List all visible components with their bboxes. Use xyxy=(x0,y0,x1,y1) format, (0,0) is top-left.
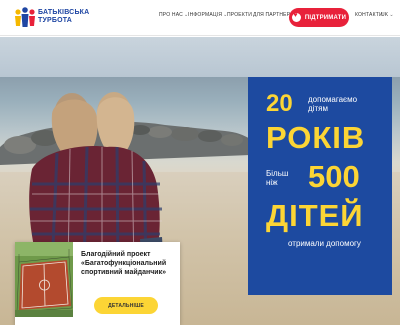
stat-children-prefix-2: ніж xyxy=(266,178,278,187)
language-selector[interactable]: UK⌄ xyxy=(381,12,394,18)
stats-panel: 20 допомагаємо дітям РОКІВ Більш ніж 500… xyxy=(248,77,392,295)
nav-item-label: ПРО НАС xyxy=(159,12,183,18)
logo[interactable]: Батьківська турбота xyxy=(13,6,93,32)
project-title-line-2: «Багатофункціональний xyxy=(81,260,167,267)
support-button[interactable]: ПІДТРИМАТИ xyxy=(289,8,349,27)
nav-item-projects[interactable]: ПРОЕКТИ xyxy=(227,12,252,18)
logo-line-2: турбота xyxy=(38,17,73,24)
stat-children-prefix-1: Більш xyxy=(266,169,289,178)
nav-item-information[interactable]: ІНФОРМАЦІЯ⌄ xyxy=(188,12,228,18)
logo-icon xyxy=(15,7,35,27)
hero-banner: 20 допомагаємо дітям РОКІВ Більш ніж 500… xyxy=(0,37,400,325)
nav-item-label: ІНФОРМАЦІЯ xyxy=(188,12,223,18)
stat-years-unit: РОКІВ xyxy=(266,120,366,155)
nav-item-about[interactable]: ПРО НАС⌄ xyxy=(159,12,188,18)
stat-years-text-1: допомагаємо xyxy=(308,95,358,104)
language-label: UK xyxy=(381,12,389,18)
nav-item-label: КОНТАКТИ xyxy=(355,12,383,18)
sports-ground-image xyxy=(15,242,73,317)
project-title: Благодійний проект «Багатофункціональний… xyxy=(81,250,179,277)
nav-item-contacts[interactable]: КОНТАКТИ xyxy=(355,12,383,18)
nav-item-label: ПРОЕКТИ xyxy=(227,12,253,18)
site-header: Батьківська турбота ПРО НАС⌄ ІНФОРМАЦІЯ⌄… xyxy=(0,0,400,36)
stat-children-caption: отримали допомогу xyxy=(288,239,361,248)
project-title-line-3: спортивний майданчик» xyxy=(81,269,167,276)
project-title-line-1: Благодійний проект xyxy=(81,251,151,258)
support-label: ПІДТРИМАТИ xyxy=(304,14,347,21)
chevron-down-icon: ⌄ xyxy=(389,12,394,18)
stat-years-text-2: дітям xyxy=(308,104,328,113)
details-button[interactable]: ДЕТАЛЬНІШЕ xyxy=(94,297,158,314)
heart-icon xyxy=(291,12,301,22)
stat-years-number: 20 xyxy=(266,90,293,117)
stat-children-unit: ДІТЕЙ xyxy=(266,198,364,233)
logo-line-1: Батьківська xyxy=(38,9,90,16)
stat-children-number: 500 xyxy=(308,159,360,194)
project-card: Благодійний проект «Багатофункціональний… xyxy=(15,242,180,325)
